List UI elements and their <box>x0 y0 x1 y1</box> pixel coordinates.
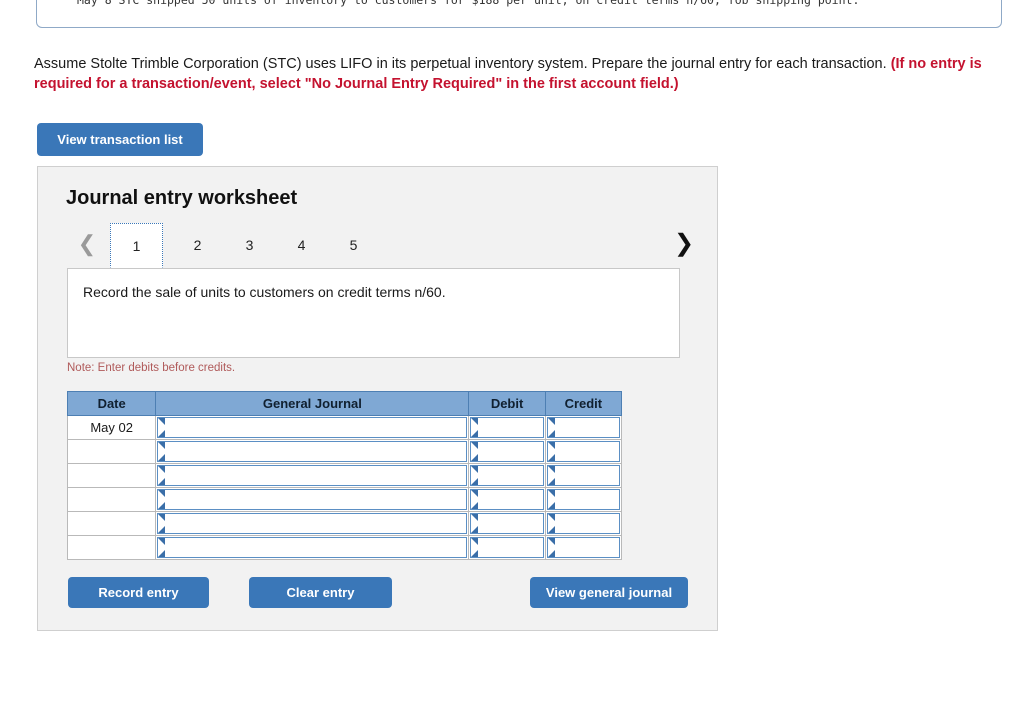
debit-input[interactable] <box>470 441 544 462</box>
debit-input[interactable] <box>470 537 544 558</box>
worksheet-tab-3[interactable]: 3 <box>223 223 276 268</box>
credit-input[interactable] <box>546 465 620 486</box>
date-cell <box>66 487 157 512</box>
credit-input[interactable] <box>546 537 620 558</box>
account-select[interactable] <box>157 537 468 558</box>
column-header-general-journal: General Journal <box>155 391 470 416</box>
date-cell <box>66 463 157 488</box>
table-row <box>66 439 623 464</box>
worksheet-tab-2[interactable]: 2 <box>171 223 224 268</box>
worksheet-tab-strip: ❮ 1 2 3 4 5 ❯ <box>66 223 694 268</box>
debit-cell[interactable] <box>468 439 546 464</box>
transaction-line: May 8 STC shipped 50 units of inventory … <box>77 0 860 7</box>
worksheet-title: Journal entry worksheet <box>66 187 298 209</box>
debit-input[interactable] <box>470 465 544 486</box>
journal-account-cell[interactable] <box>155 535 470 560</box>
column-header-date: Date <box>66 391 157 416</box>
view-general-journal-button[interactable]: View general journal <box>530 577 688 608</box>
credit-input[interactable] <box>546 417 620 438</box>
journal-account-cell[interactable] <box>155 439 470 464</box>
debit-input[interactable] <box>470 489 544 510</box>
credit-input[interactable] <box>546 441 620 462</box>
journal-entry-table: Date General Journal Debit Credit May 02 <box>66 391 623 560</box>
column-header-debit: Debit <box>468 391 546 416</box>
transaction-list-panel: May 8 STC shipped 50 units of inventory … <box>36 0 1002 28</box>
journal-account-cell[interactable] <box>155 487 470 512</box>
table-row <box>66 487 623 512</box>
instructions-text: Assume Stolte Trimble Corporation (STC) … <box>34 56 891 72</box>
date-cell <box>66 439 157 464</box>
credit-cell[interactable] <box>544 415 623 440</box>
date-cell <box>66 535 157 560</box>
worksheet-tab-1[interactable]: 1 <box>110 223 163 268</box>
credit-cell[interactable] <box>544 463 623 488</box>
account-select[interactable] <box>157 465 468 486</box>
date-cell: May 02 <box>66 415 157 440</box>
column-header-credit: Credit <box>544 391 623 416</box>
worksheet-tab-4[interactable]: 4 <box>275 223 328 268</box>
transaction-description-text: Record the sale of units to customers on… <box>83 284 446 300</box>
credit-cell[interactable] <box>544 487 623 512</box>
worksheet-tab-5[interactable]: 5 <box>327 223 380 268</box>
debit-cell[interactable] <box>468 463 546 488</box>
clear-entry-button[interactable]: Clear entry <box>249 577 392 608</box>
credit-cell[interactable] <box>544 439 623 464</box>
debit-cell[interactable] <box>468 511 546 536</box>
journal-account-cell[interactable] <box>155 511 470 536</box>
table-row <box>66 535 623 560</box>
credit-input[interactable] <box>546 513 620 534</box>
table-header-row: Date General Journal Debit Credit <box>66 391 623 416</box>
credit-cell[interactable] <box>544 511 623 536</box>
journal-entry-worksheet-panel: Journal entry worksheet ❮ 1 2 3 4 5 ❯ Re… <box>37 166 718 631</box>
account-select[interactable] <box>157 489 468 510</box>
instructions-paragraph: Assume Stolte Trimble Corporation (STC) … <box>34 54 996 94</box>
view-transaction-list-button[interactable]: View transaction list <box>37 123 203 156</box>
credit-cell[interactable] <box>544 535 623 560</box>
transaction-description-box: Record the sale of units to customers on… <box>67 268 680 358</box>
debit-cell[interactable] <box>468 535 546 560</box>
account-select[interactable] <box>157 417 468 438</box>
credit-input[interactable] <box>546 489 620 510</box>
debit-input[interactable] <box>470 513 544 534</box>
account-select[interactable] <box>157 441 468 462</box>
debit-cell[interactable] <box>468 415 546 440</box>
journal-account-cell[interactable] <box>155 415 470 440</box>
account-select[interactable] <box>157 513 468 534</box>
table-row <box>66 511 623 536</box>
debits-before-credits-note: Note: Enter debits before credits. <box>67 362 236 374</box>
table-row: May 02 <box>66 415 623 440</box>
table-row <box>66 463 623 488</box>
debit-cell[interactable] <box>468 487 546 512</box>
journal-account-cell[interactable] <box>155 463 470 488</box>
chevron-right-icon[interactable]: ❯ <box>671 229 697 259</box>
debit-input[interactable] <box>470 417 544 438</box>
chevron-left-icon[interactable]: ❮ <box>74 229 100 259</box>
date-cell <box>66 511 157 536</box>
record-entry-button[interactable]: Record entry <box>68 577 209 608</box>
journal-entry-table-body: May 02 <box>66 415 623 560</box>
